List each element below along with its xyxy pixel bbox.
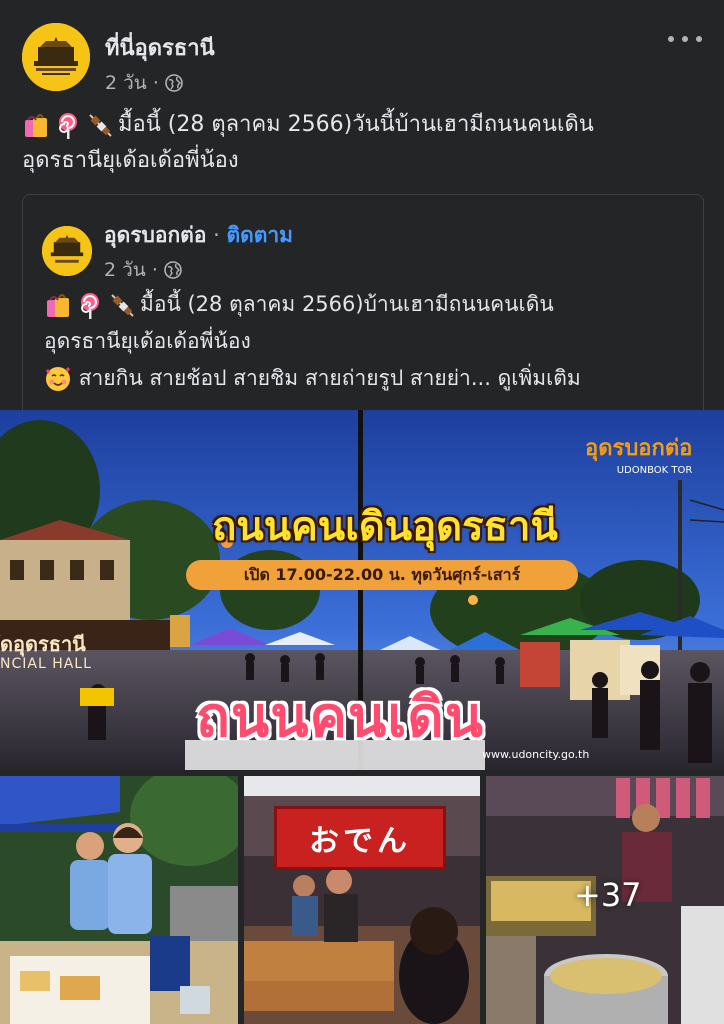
shopping-bags-icon xyxy=(25,114,47,137)
website-url: www.udoncity.go.th xyxy=(482,748,590,761)
more-options-button[interactable] xyxy=(668,29,702,49)
brand-logo: อุดรบอกต่อ UDONBOK TOR xyxy=(585,430,692,476)
skewer-icon xyxy=(89,114,112,137)
post-text-line2: อุดรธานียุเด้อเด้อพี่น้อง xyxy=(22,148,239,173)
photo-thumbnail-1[interactable] xyxy=(0,776,238,1024)
photo-thumbnail-3[interactable]: +37 xyxy=(486,776,724,1024)
brand-subtitle: UDONBOK TOR xyxy=(616,465,693,476)
post-time[interactable]: 2 วัน · xyxy=(105,68,159,98)
shared-text-line2: อุดรธานียุเด้อเด้อพี่น้อง xyxy=(44,329,251,353)
page-avatar[interactable] xyxy=(22,23,90,91)
vendors-image xyxy=(0,776,238,1024)
temple-logo-icon xyxy=(42,226,92,276)
shared-page-avatar[interactable] xyxy=(42,226,92,276)
post-text-line1: มื้อนี้ (28 ตุลาคม 2566)วันนี้บ้านเฮามีถ… xyxy=(118,112,594,137)
page-name[interactable]: ที่นี่อุดรธานี xyxy=(105,30,215,65)
smiling-face-with-hearts-icon xyxy=(46,367,70,391)
brand-name: อุดรบอกต่อ xyxy=(585,436,693,461)
emoji-group xyxy=(44,291,136,319)
oden-sign: おでん xyxy=(274,806,446,870)
dot-icon xyxy=(668,36,674,42)
opening-hours-pill: เปิด 17.00-22.00 น. ทุดวันศุกร์-เสาร์ xyxy=(186,560,578,590)
temple-logo-icon xyxy=(22,23,90,91)
see-more-link[interactable]: ดูเพิ่มเติม xyxy=(498,366,581,390)
post-meta: 2 วัน · xyxy=(105,68,183,98)
separator: · xyxy=(206,223,227,247)
photo-title: ถนนคนเดินอุดรธานี xyxy=(212,504,558,550)
skewer-icon xyxy=(111,294,134,317)
globe-icon xyxy=(165,74,183,92)
emoji-group xyxy=(22,111,114,139)
shopping-bags-icon xyxy=(47,294,69,317)
dot-icon xyxy=(682,36,688,42)
more-photos-count[interactable]: +37 xyxy=(574,876,642,914)
shared-page-name[interactable]: อุดรบอกต่อ xyxy=(104,223,206,247)
lollipop-icon xyxy=(81,293,99,319)
shared-text-line3: สายกิน สายช้อป สายชิม สายถ่ายรูป สายย่า.… xyxy=(78,366,491,390)
shared-post-meta: 2 วัน · xyxy=(104,255,182,285)
globe-icon xyxy=(164,261,182,279)
lollipop-icon xyxy=(59,113,77,139)
street-sign-text: ถนนคนเดิน xyxy=(196,685,484,750)
shared-post-time[interactable]: 2 วัน · xyxy=(104,255,158,285)
post-header: ที่นี่อุดรธานี 2 วัน · xyxy=(0,0,724,100)
post-text: มื้อนี้ (28 ตุลาคม 2566)วันนี้บ้านเฮามีถ… xyxy=(22,107,702,179)
dot-icon xyxy=(696,36,702,42)
hall-sign-subtext: NCIAL HALL xyxy=(0,656,92,672)
photo-grid: ัดอุดรธานี NCIAL HALL อุดรบอกต่อ UDONBOK… xyxy=(0,410,724,1024)
main-photo[interactable]: ัดอุดรธานี NCIAL HALL อุดรบอกต่อ UDONBOK… xyxy=(0,410,724,770)
shared-post-text: มื้อนี้ (28 ตุลาคม 2566)บ้านเฮามีถนนคนเด… xyxy=(44,286,694,397)
follow-button[interactable]: ติดตาม xyxy=(226,223,293,247)
shared-page-header: อุดรบอกต่อ · ติดตาม xyxy=(104,219,293,252)
photo-thumbnail-2[interactable]: おでん xyxy=(244,776,480,1024)
shared-text-line1: มื้อนี้ (28 ตุลาคม 2566)บ้านเฮามีถนนคนเด… xyxy=(140,292,554,316)
